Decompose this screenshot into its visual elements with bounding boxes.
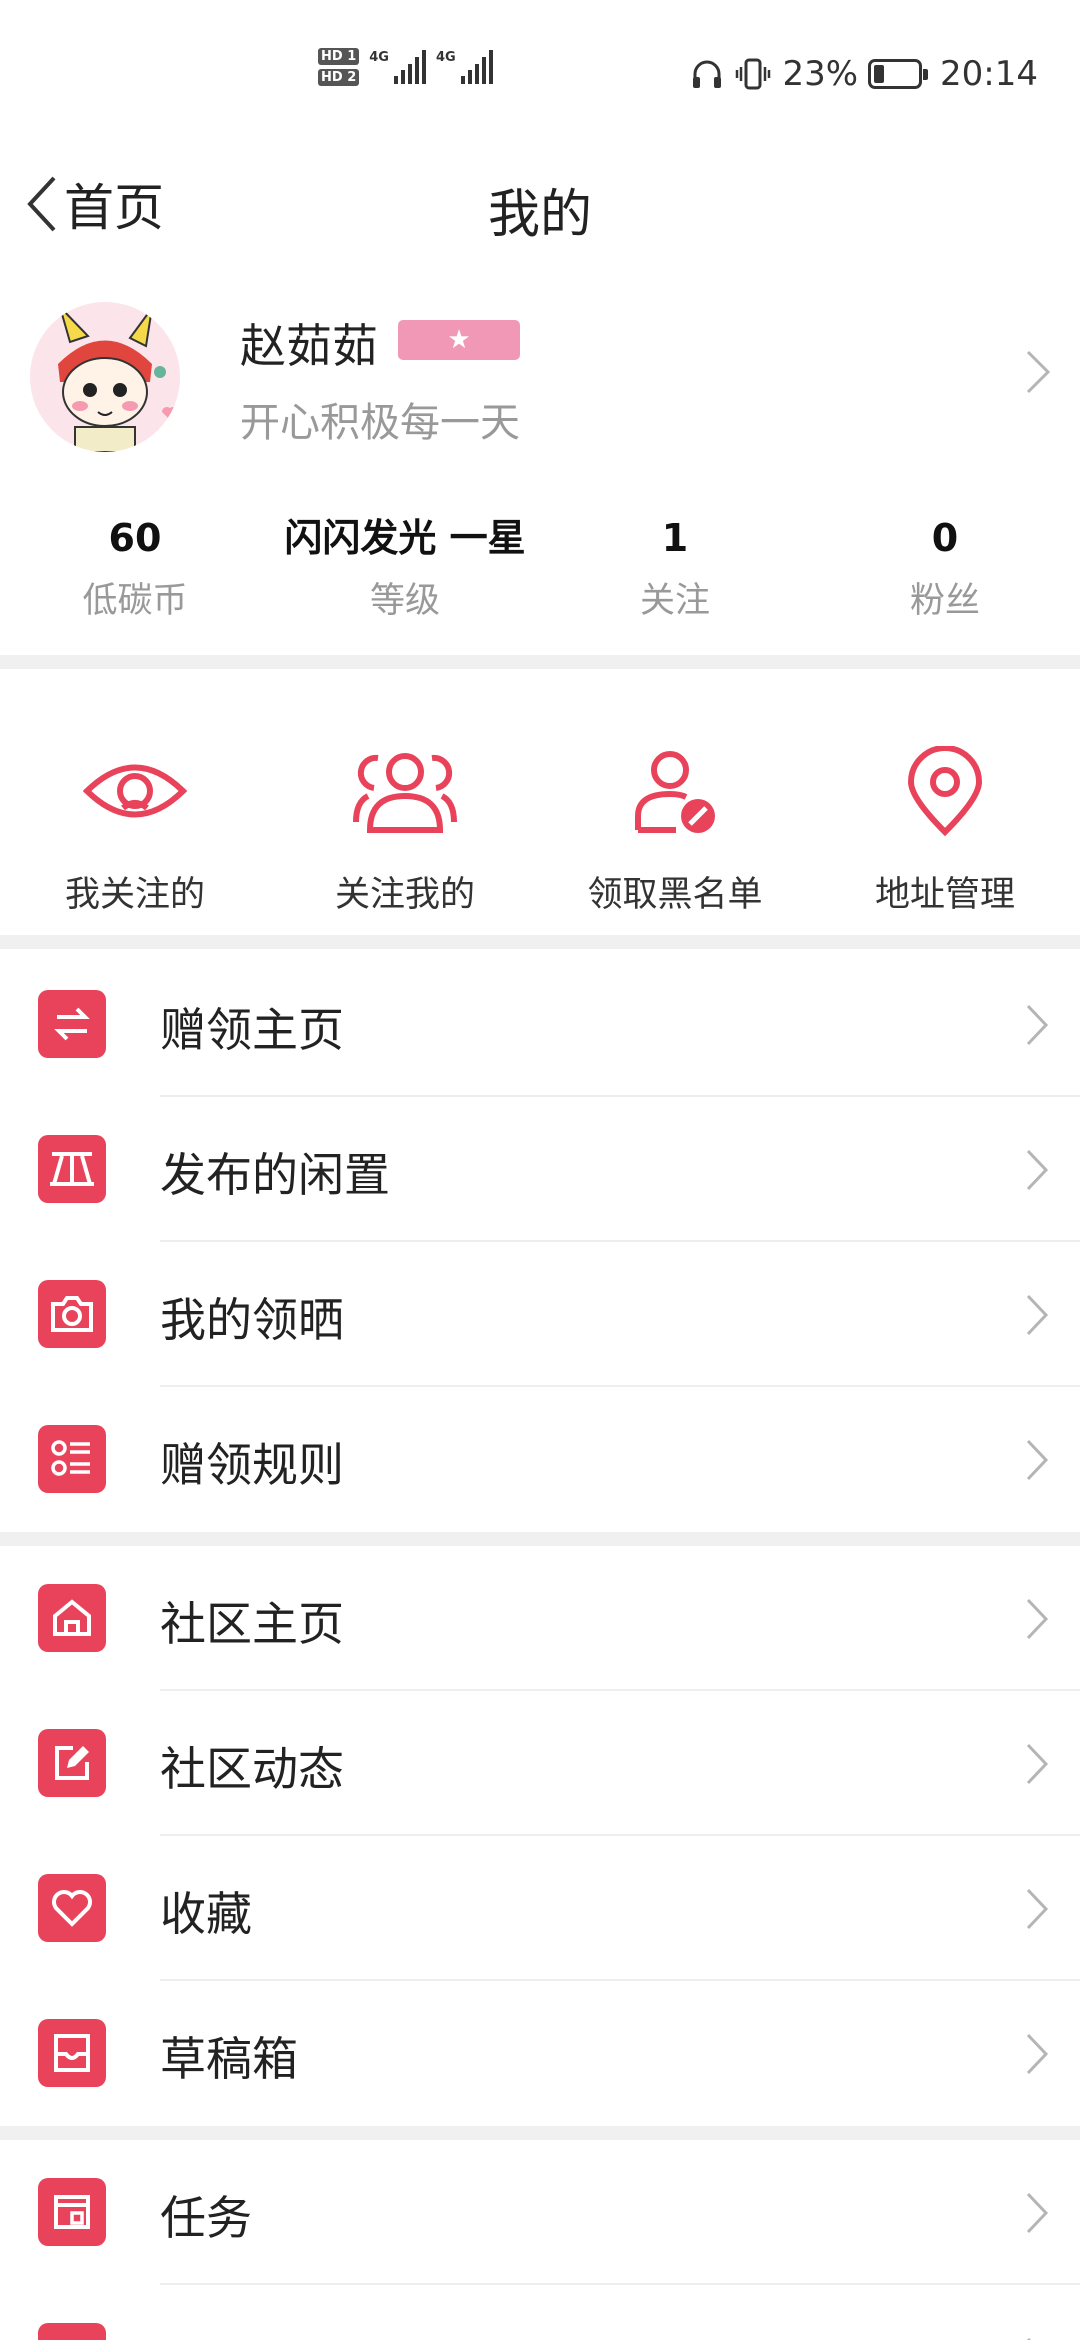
chevron-right-icon [1026,1598,1049,1640]
section-divider [0,935,1080,949]
stat-label: 粉丝 [909,581,980,621]
stat-label: 等级 [369,581,440,621]
menu-item-label: 社区主页 [160,1597,344,1651]
section-divider [0,655,1080,669]
menu-group-tasks: 任务 邀请有奖 [0,2140,1080,2340]
stat-value: 闪闪发光 一星 [284,516,526,560]
sim2-hd-badge: HD 2 [318,69,360,86]
status-right: 23% 20:14 [690,54,1038,94]
menu-item-label: 赠领主页 [160,1003,344,1057]
quick-action-followers[interactable]: 关注我的 [270,670,540,935]
level-star-badge: ★ [398,320,520,360]
stat-carbon-coins[interactable]: 60 低碳币 [0,510,270,630]
edit-icon [38,1729,106,1797]
avatar-image [30,302,180,452]
menu-item-label: 发布的闲置 [160,1148,390,1202]
sim1-hd-badge: HD 1 [318,48,360,65]
stat-level[interactable]: 闪闪发光 一星 等级 [270,510,540,630]
camera-icon [38,1280,106,1348]
home-icon [38,1584,106,1652]
star-icon: ★ [447,325,471,355]
eye-icon [83,764,187,818]
menu-item-my-showcase[interactable]: 我的领晒 [0,1242,1080,1387]
task-icon [38,2178,106,2246]
menu-item-label: 任务 [160,2191,252,2245]
quick-actions: 我关注的 关注我的 领取黑名单 地址管理 [0,670,1080,935]
quick-action-label: 领取黑名单 [587,875,763,915]
section-divider [0,1532,1080,1546]
menu-item-label: 邀请有奖 [160,2327,344,2340]
menu-item-tasks[interactable]: 任务 [0,2140,1080,2285]
battery-percent: 23% [782,54,859,94]
list-icon [38,1425,106,1493]
stat-value: 1 [661,516,689,560]
chevron-right-icon [1026,1004,1049,1046]
menu-item-label: 赠领规则 [160,1438,344,1492]
stat-value: 0 [931,516,959,560]
menu-item-gift-rules[interactable]: 赠领规则 [0,1387,1080,1532]
heart-icon [38,1874,106,1942]
quick-action-blacklist[interactable]: 领取黑名单 [540,670,810,935]
vibrate-icon [736,58,771,90]
quick-action-label: 地址管理 [874,875,1015,915]
chevron-right-icon [1026,1294,1049,1336]
username: 赵茹茹 [240,319,378,373]
stat-following[interactable]: 1 关注 [540,510,810,630]
stat-label: 关注 [639,581,710,621]
chevron-right-icon [1026,2192,1049,2234]
users-icon [353,753,457,833]
menu-item-community-feed[interactable]: 社区动态 [0,1691,1080,1836]
headphones-icon [693,60,722,88]
chevron-right-icon [1026,1888,1049,1930]
chevron-right-icon [1026,2337,1032,2340]
menu-item-label: 社区动态 [160,1742,344,1796]
menu-item-favorites[interactable]: 收藏 [0,1836,1080,1981]
inbox-icon [38,2019,106,2087]
nav-bar: 首页 我的 [0,150,1080,260]
menu-item-drafts[interactable]: 草稿箱 [0,1981,1080,2126]
menu-item-invite[interactable]: 邀请有奖 [0,2285,1080,2340]
battery-icon [868,59,929,89]
road-icon [38,1135,106,1203]
avatar[interactable] [30,302,180,452]
signal-sim1-icon: 4G [369,50,426,84]
menu-item-community-home[interactable]: 社区主页 [0,1546,1080,1691]
stat-followers[interactable]: 0 粉丝 [810,510,1080,630]
quick-action-my-following[interactable]: 我关注的 [0,670,270,935]
menu-item-label: 收藏 [160,1887,252,1941]
quick-action-label: 关注我的 [334,875,475,915]
profile-card[interactable]: 赵茹茹 ★ 开心积极每一天 [0,290,1080,470]
user-block-icon [635,751,715,833]
stats-row: 60 低碳币 闪闪发光 一星 等级 1 关注 0 粉丝 [0,510,1080,630]
status-bar: HD 1 HD 2 4G 4G 23% 20:14 [0,0,1080,130]
stat-label: 低碳币 [82,581,188,621]
signal-sim2-icon: 4G [436,50,493,84]
swap-icon [38,990,106,1058]
clock: 20:14 [940,54,1038,94]
quick-action-address[interactable]: 地址管理 [810,670,1080,935]
stat-value: 60 [108,516,162,560]
location-pin-icon [907,746,983,836]
gift-icon [38,2323,106,2340]
menu-item-published-items[interactable]: 发布的闲置 [0,1097,1080,1242]
menu-item-gift-home[interactable]: 赠领主页 [0,952,1080,1097]
chevron-right-icon [1026,1439,1049,1481]
user-bio: 开心积极每一天 [240,400,520,446]
chevron-right-icon [1026,1743,1049,1785]
chevron-right-icon [1026,2033,1049,2075]
menu-group-gifting: 赠领主页 发布的闲置 我的领晒 赠领规则 [0,952,1080,1532]
section-divider [0,2126,1080,2140]
chevron-right-icon [1026,350,1051,394]
menu-item-label: 我的领晒 [160,1293,344,1347]
page-title: 我的 [487,185,592,245]
signal-indicators: HD 1 HD 2 4G 4G [318,48,493,86]
menu-item-label: 草稿箱 [160,2032,298,2086]
chevron-right-icon [1026,1149,1049,1191]
quick-action-label: 我关注的 [64,875,205,915]
menu-group-community: 社区主页 社区动态 收藏 草稿箱 [0,1546,1080,2126]
